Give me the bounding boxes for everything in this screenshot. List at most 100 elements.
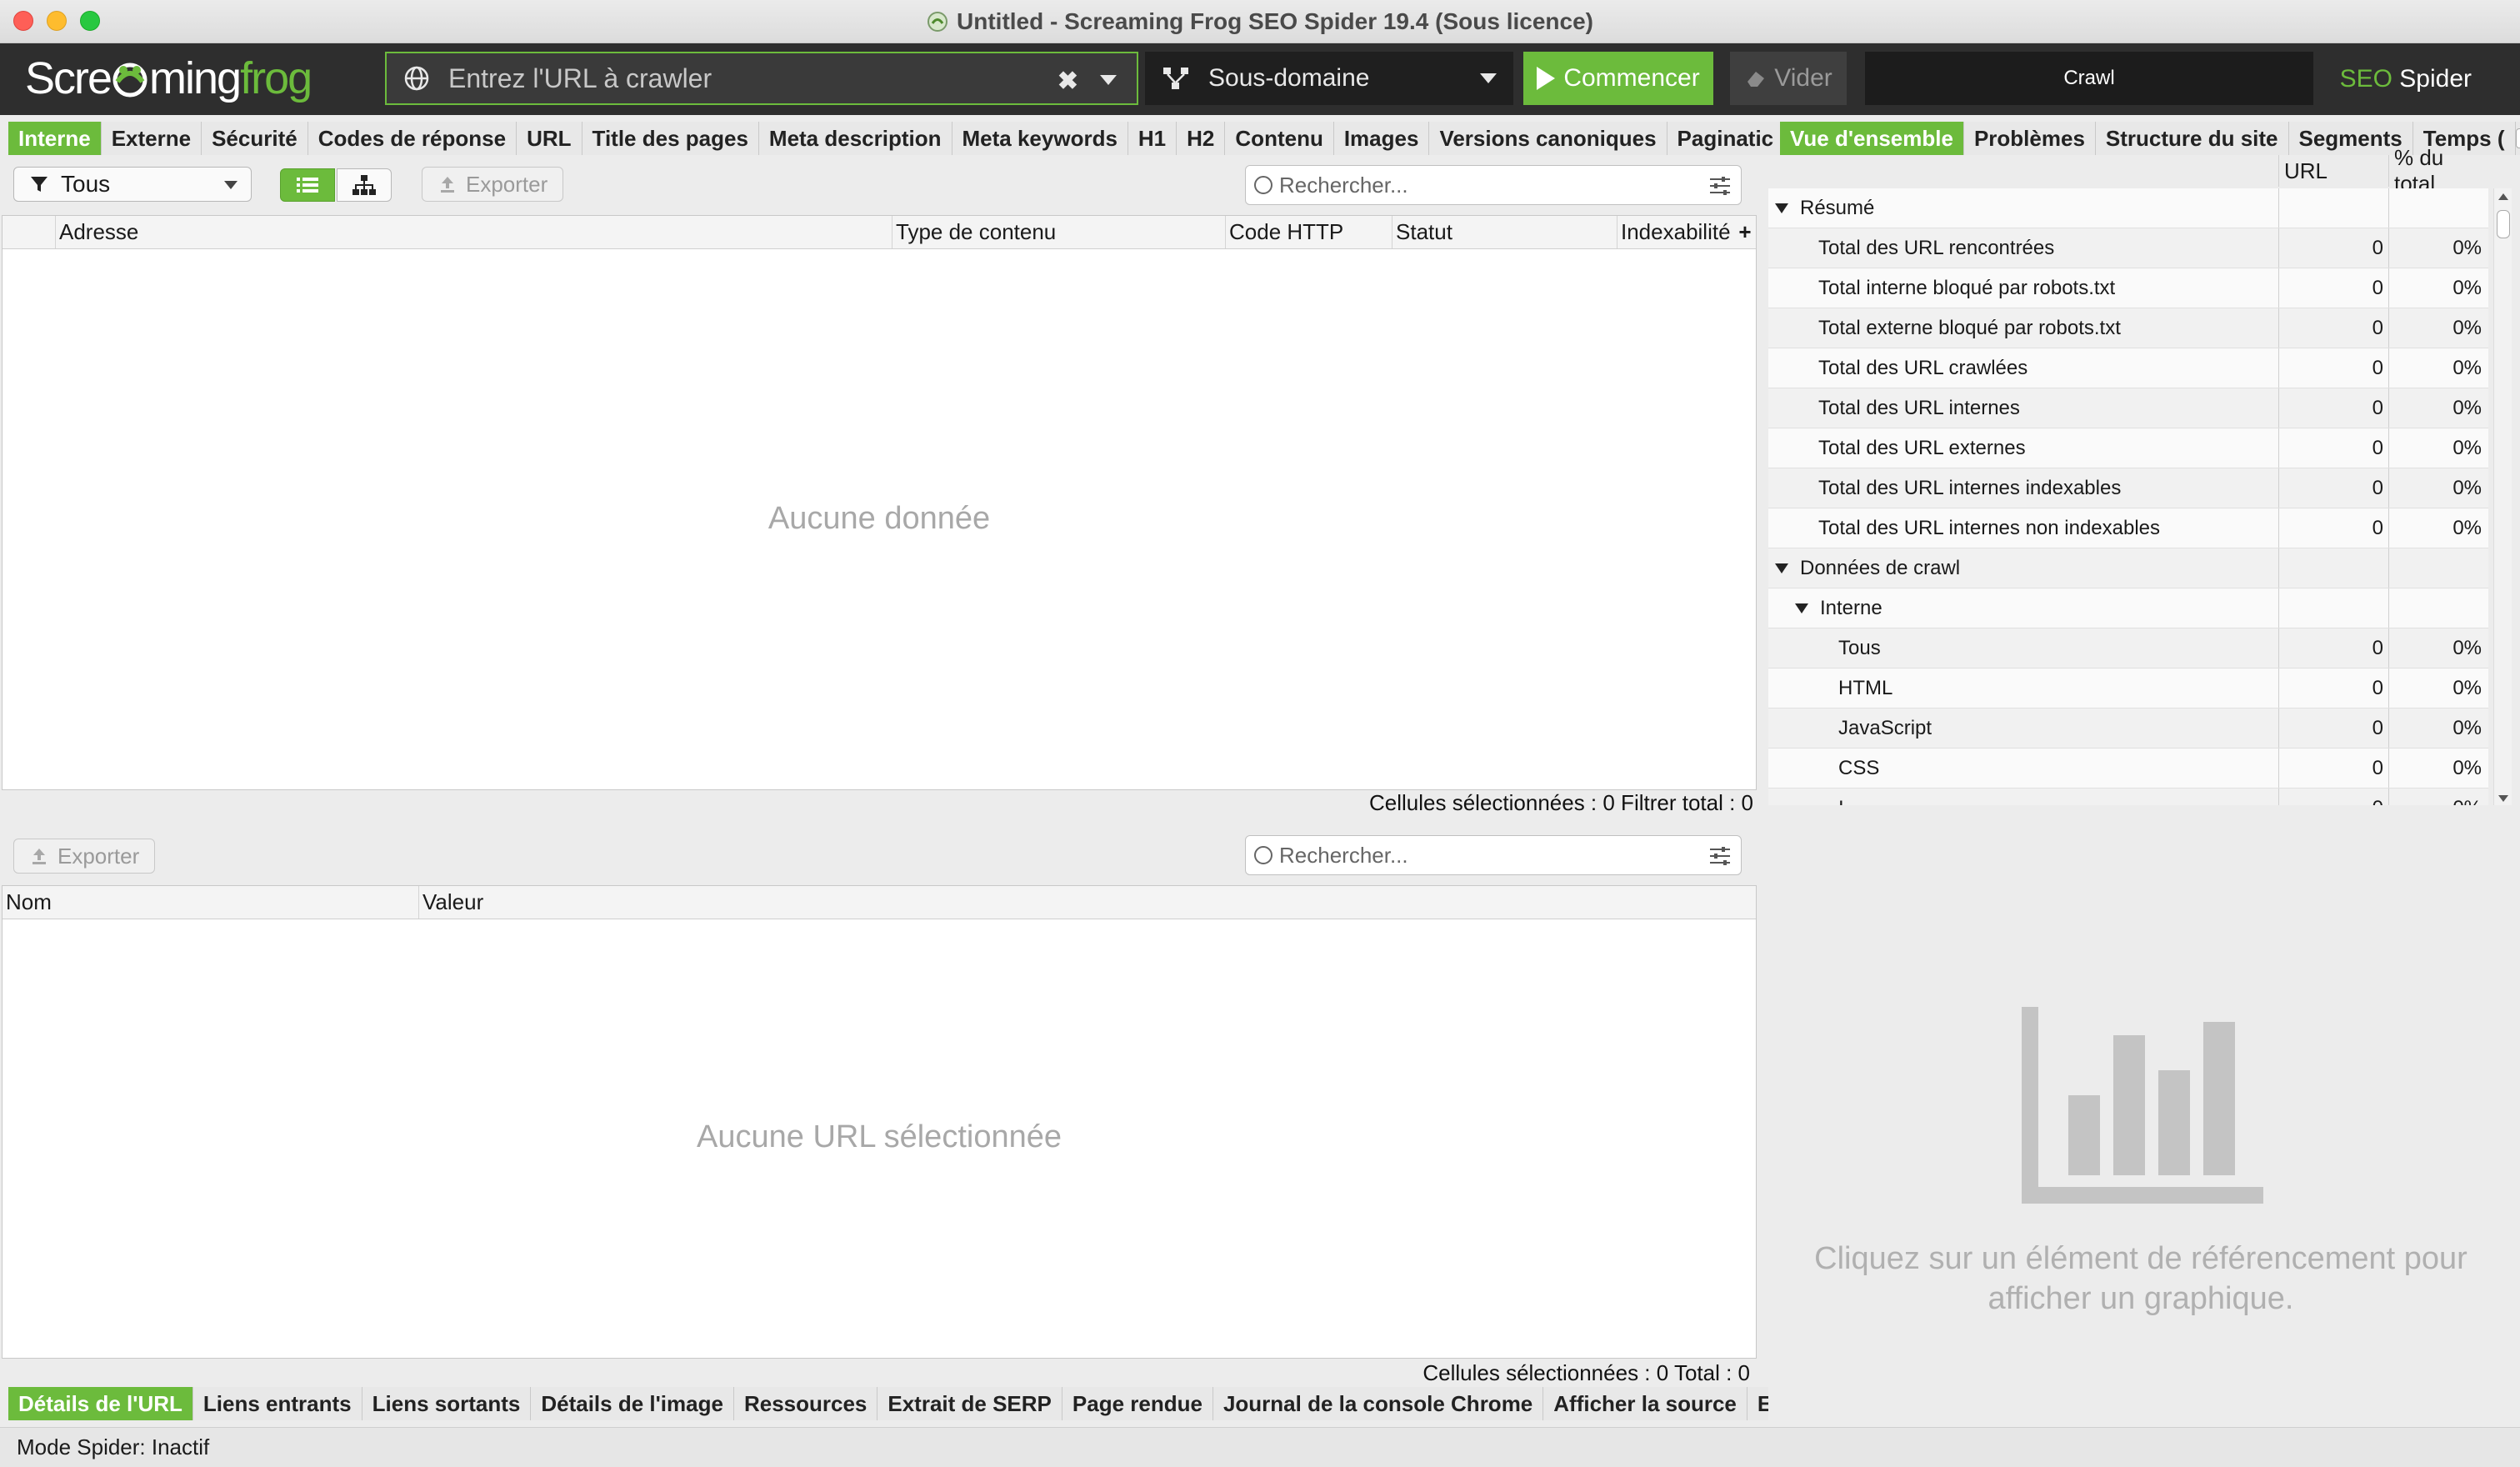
overview-row[interactable]: Total des URL internes indexables 0 0% [1768,468,2488,508]
left-tab-interne[interactable]: Interne [8,122,102,155]
url-input[interactable] [448,63,1048,94]
search-icon [1254,176,1272,194]
expand-caret-icon[interactable] [1775,203,1788,213]
overview-row[interactable]: Interne [1768,588,2488,628]
overview-scrollbar[interactable] [2493,188,2512,805]
bottom-tab-liens-entrants[interactable]: Liens entrants [192,1387,362,1420]
overview-row-label: I [1838,797,1844,806]
clear-button[interactable]: Vider [1730,52,1847,105]
overview-row-pct: 0% [2388,228,2488,268]
overview-row-label: Total interne bloqué par robots.txt [1818,276,2116,299]
list-view-button[interactable] [280,168,335,202]
column-http-code[interactable]: Code HTTP [1226,216,1392,248]
scroll-thumb[interactable] [2497,210,2510,238]
expand-caret-icon[interactable] [1775,563,1788,573]
column-name[interactable]: Nom [2,886,419,919]
left-tab-securite[interactable]: Sécurité [202,122,308,155]
left-tab-codes-de-reponse[interactable]: Codes de réponse [308,122,518,155]
overview-row[interactable]: Tous 0 0% [1768,628,2488,668]
right-tab-vue-d-ensemble[interactable]: Vue d'ensemble [1780,122,1964,155]
search-box-bottom[interactable] [1245,835,1742,875]
column-address[interactable]: Adresse [56,216,892,248]
overview-row[interactable]: Total externe bloqué par robots.txt 0 0% [1768,308,2488,348]
bottom-tab-details-de-l-image[interactable]: Détails de l'image [531,1387,734,1420]
overview-row[interactable]: I 00% [1768,789,2488,805]
overview-row[interactable]: Total des URL externes 0 0% [1768,428,2488,468]
left-tab-meta-description[interactable]: Meta description [758,122,952,155]
export-button-top[interactable]: Exporter [422,167,564,202]
overview-row[interactable]: CSS 0 0% [1768,749,2488,789]
url-input-box[interactable]: ✖ [385,52,1138,105]
bottom-tab-ressources[interactable]: Ressources [733,1387,878,1420]
search-input-bottom[interactable] [1279,842,1679,869]
scroll-down-icon[interactable] [2498,795,2508,802]
column-value[interactable]: Valeur [419,886,1756,919]
right-tabs-overflow-button[interactable] [2515,122,2520,155]
scroll-up-icon[interactable] [2498,193,2508,200]
bottom-tab-afficher-la-source[interactable]: Afficher la source [1543,1387,1748,1420]
search-input-top[interactable] [1279,172,1679,198]
left-tab-images[interactable]: Images [1333,122,1430,155]
filter-select[interactable]: Tous [13,167,252,202]
left-tab-h2[interactable]: H2 [1177,122,1226,155]
column-indexability[interactable]: Indexabilité [1618,216,1731,248]
overview-row-url-count: 0 [2278,468,2388,508]
overview-row-pct [2388,188,2488,228]
left-tab-externe[interactable]: Externe [101,122,202,155]
overview-row[interactable]: JavaScript 0 0% [1768,708,2488,749]
overview-row[interactable]: Total interne bloqué par robots.txt 0 0% [1768,268,2488,308]
chevron-down-icon [2515,128,2520,148]
left-tab-paginatic[interactable]: Paginatic [1667,122,1785,155]
overview-row[interactable]: Données de crawl [1768,548,2488,588]
right-tab-problemes[interactable]: Problèmes [1963,122,2096,155]
export-button-bottom[interactable]: Exporter [13,839,156,874]
bottom-tab-extrait-de-serp[interactable]: Extrait de SERP [878,1387,1062,1420]
overview-row[interactable]: Total des URL rencontrées 0 0% [1768,228,2488,268]
overview-col-url[interactable]: URL [2278,155,2388,187]
overview-col-pct[interactable]: % du total [2388,145,2488,196]
bottom-tab-liens-sortants[interactable]: Liens sortants [362,1387,532,1420]
bottom-table-status: Cellules sélectionnées : 0 Total : 0 [1422,1360,1750,1385]
right-tab-structure-du-site[interactable]: Structure du site [2095,122,2289,155]
overview-row[interactable]: Total des URL crawlées 0 0% [1768,348,2488,388]
filter-icon [31,177,48,192]
clear-url-icon[interactable]: ✖ [1058,67,1078,96]
expand-caret-icon[interactable] [1795,603,1808,613]
overview-row[interactable]: Résumé [1768,188,2488,228]
overview-row[interactable]: Total des URL internes non indexables 0 0% [1768,508,2488,548]
zoom-window-button[interactable] [80,11,100,31]
bottom-tab-page-rendue[interactable]: Page rendue [1062,1387,1213,1420]
search-options-icon[interactable] [1709,176,1731,196]
overview-row-url-count [2278,588,2388,628]
window-controls [13,11,100,31]
start-crawl-button[interactable]: Commencer [1523,52,1713,105]
title-bar: Untitled - Screaming Frog SEO Spider 19.… [0,0,2520,43]
add-column-icon[interactable]: + [1731,216,1756,248]
minimize-window-button[interactable] [47,11,67,31]
bottom-tab-journal-de-la-console-chrome[interactable]: Journal de la console Chrome [1212,1387,1544,1420]
left-tab-h1[interactable]: H1 [1128,122,1178,155]
column-status[interactable]: Statut [1392,216,1618,248]
left-tab-url[interactable]: URL [517,122,582,155]
search-options-icon[interactable] [1709,846,1731,866]
crawl-mode-select[interactable]: Sous-domaine [1145,52,1513,105]
overview-row[interactable]: HTML 0 0% [1768,668,2488,708]
left-tab-versions-canoniques[interactable]: Versions canoniques [1429,122,1668,155]
close-window-button[interactable] [13,11,33,31]
left-tab-contenu[interactable]: Contenu [1225,122,1334,155]
overview-row-label: Tous [1838,636,1881,659]
overview-row-label: CSS [1838,756,1880,779]
search-box-top[interactable] [1245,165,1742,205]
bottom-tab-details-de-l-url[interactable]: Détails de l'URL [8,1387,193,1420]
left-tab-title-des-pages[interactable]: Title des pages [582,122,759,155]
left-tab-meta-keywords[interactable]: Meta keywords [952,122,1128,155]
column-content-type[interactable]: Type de contenu [892,216,1226,248]
overview-row-pct: 0% [2388,668,2488,708]
overview-row-pct: 0% [2388,749,2488,788]
play-icon [1537,67,1556,90]
overview-row-url-count: 0 [2278,628,2388,668]
overview-row[interactable]: Total des URL internes 0 0% [1768,388,2488,428]
tree-view-button[interactable] [337,168,392,202]
urls-table: Adresse Type de contenu Code HTTP Statut… [2,215,1757,790]
url-history-dropdown-icon[interactable] [1100,75,1117,85]
